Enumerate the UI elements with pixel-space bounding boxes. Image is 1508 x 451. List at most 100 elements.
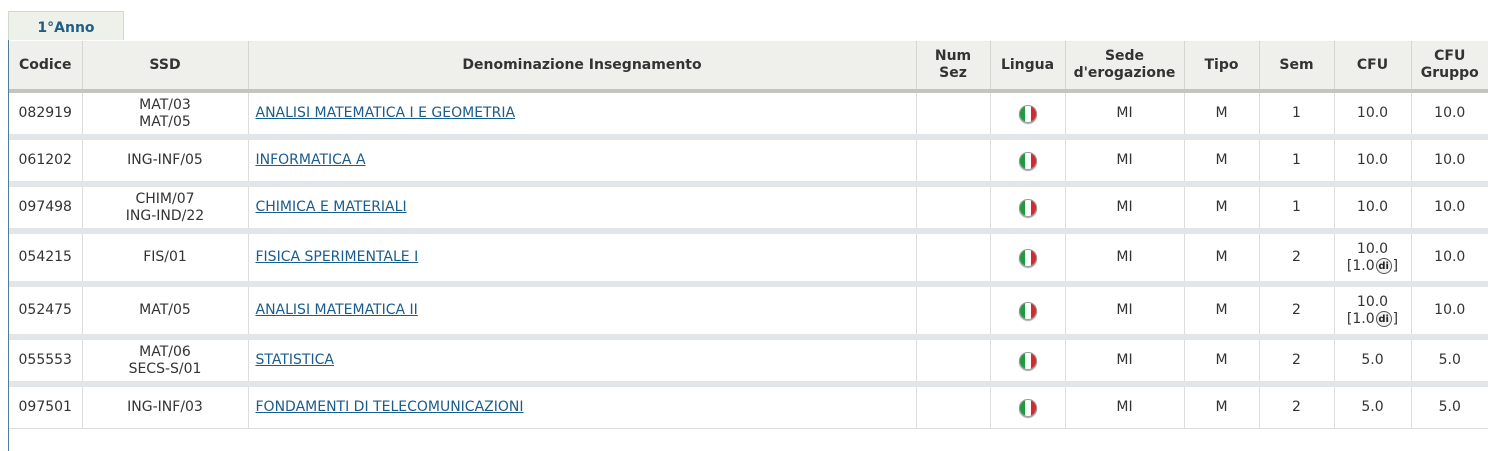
column-header-codice: Codice: [9, 41, 82, 93]
cell-cfu-gruppo: 10.0: [1410, 184, 1488, 234]
italian-flag-icon: [1018, 151, 1037, 170]
cfu-value: 10.0: [1356, 152, 1389, 168]
cell-sede: MI: [1064, 337, 1184, 387]
cell-cfu-gruppo: 10.0: [1410, 137, 1488, 187]
cfu-value: 5.0: [1361, 399, 1384, 415]
cell-tipo: M: [1183, 337, 1259, 387]
course-link[interactable]: ANALISI MATEMATICA I E GEOMETRIA: [256, 105, 516, 121]
cell-cfu-gruppo: 5.0: [1410, 384, 1488, 429]
course-link[interactable]: ANALISI MATEMATICA II: [256, 302, 418, 318]
cell-num-sez: [915, 91, 990, 140]
cell-tipo: M: [1183, 384, 1259, 429]
cell-codice: 097501: [9, 384, 82, 429]
cell-codice: 052475: [9, 284, 82, 340]
cell-cfu: 10.0 [1.0 di]: [1333, 231, 1411, 287]
cfu-value: 10.0: [1356, 240, 1389, 257]
cell-cfu-gruppo: 5.0: [1410, 337, 1488, 387]
cell-num-sez: [915, 184, 990, 234]
cell-ssd: MAT/05: [81, 284, 248, 340]
cell-num-sez: [915, 384, 990, 429]
cell-sede: MI: [1064, 231, 1184, 287]
cell-lingua: [989, 91, 1065, 140]
cell-sede: MI: [1064, 384, 1184, 429]
cell-sem: 2: [1258, 284, 1334, 340]
cell-lingua: [989, 337, 1065, 387]
column-header-sede-line2: d'erogazione: [1073, 65, 1176, 81]
cell-cfu-gruppo: 10.0: [1410, 284, 1488, 340]
cell-ssd: FIS/01: [81, 231, 248, 287]
cell-denominazione: INFORMATICA A: [247, 137, 916, 187]
column-header-sem: Sem: [1258, 41, 1334, 93]
cell-denominazione: CHIMICA E MATERIALI: [247, 184, 916, 234]
cell-cfu-gruppo: 10.0: [1410, 91, 1488, 140]
cell-tipo: M: [1183, 184, 1259, 234]
ssd-line: SECS-S/01: [128, 360, 202, 377]
cell-ssd: MAT/06 SECS-S/01: [81, 337, 248, 387]
table-body: 082919 MAT/03 MAT/05 ANALISI MATEMATICA I…: [9, 91, 1488, 429]
table-row: 082919 MAT/03 MAT/05 ANALISI MATEMATICA I…: [9, 91, 1488, 140]
table-row: 055553 MAT/06 SECS-S/01 STATISTICA MI M 2…: [9, 337, 1488, 387]
column-header-cfu-gruppo-line1: CFU: [1434, 48, 1466, 64]
cell-cfu: 5.0: [1333, 384, 1411, 429]
cell-sede: MI: [1064, 184, 1184, 234]
cfu-value: 10.0: [1356, 199, 1389, 215]
course-link[interactable]: CHIMICA E MATERIALI: [256, 199, 407, 215]
di-badge-icon[interactable]: di: [1375, 310, 1392, 327]
courses-table: Codice SSD Denominazione Insegnamento Nu…: [9, 41, 1488, 429]
cell-sem: 2: [1258, 384, 1334, 429]
cfu-value: 10.0: [1356, 293, 1389, 310]
ssd-line: MAT/03: [139, 96, 191, 113]
tab-1-anno[interactable]: 1°Anno: [8, 11, 124, 40]
cell-ssd: ING-INF/05: [81, 137, 248, 187]
table-row: 061202 ING-INF/05 INFORMATICA A MI M 1 1…: [9, 137, 1488, 187]
cfu-extra-close: ]: [1392, 310, 1399, 327]
cell-lingua: [989, 231, 1065, 287]
italian-flag-icon: [1018, 198, 1037, 217]
cell-tipo: M: [1183, 91, 1259, 140]
cfu-extra-close: ]: [1392, 257, 1399, 274]
cell-cfu: 10.0: [1333, 137, 1411, 187]
cfu-extra-value: 1.0: [1352, 310, 1375, 327]
column-header-tipo: Tipo: [1183, 41, 1259, 93]
ssd-line: FIS/01: [143, 249, 187, 265]
ssd-line: CHIM/07: [135, 190, 195, 207]
cell-num-sez: [915, 337, 990, 387]
course-link[interactable]: FISICA SPERIMENTALE I: [256, 249, 419, 265]
cell-lingua: [989, 184, 1065, 234]
cfu-value: 10.0: [1356, 105, 1389, 121]
ssd-line: MAT/06: [139, 343, 191, 360]
table-row: 052475 MAT/05 ANALISI MATEMATICA II MI M…: [9, 284, 1488, 340]
column-header-cfu-gruppo: CFU Gruppo: [1410, 41, 1488, 93]
cell-codice: 055553: [9, 337, 82, 387]
column-header-sede: Sede d'erogazione: [1064, 41, 1184, 93]
italian-flag-icon: [1018, 398, 1037, 417]
cfu-extra-value: 1.0: [1352, 257, 1375, 274]
ssd-line: ING-IND/22: [125, 207, 205, 224]
cell-cfu: 10.0 [1.0 di]: [1333, 284, 1411, 340]
italian-flag-icon: [1018, 351, 1037, 370]
course-link[interactable]: STATISTICA: [256, 352, 334, 368]
cell-sede: MI: [1064, 137, 1184, 187]
italian-flag-icon: [1018, 248, 1037, 267]
cell-denominazione: FONDAMENTI DI TELECOMUNICAZIONI: [247, 384, 916, 429]
cell-num-sez: [915, 284, 990, 340]
table-header-row: Codice SSD Denominazione Insegnamento Nu…: [9, 41, 1488, 93]
cell-num-sez: [915, 137, 990, 187]
cell-denominazione: ANALISI MATEMATICA II: [247, 284, 916, 340]
cell-cfu: 5.0: [1333, 337, 1411, 387]
cell-num-sez: [915, 231, 990, 287]
italian-flag-icon: [1018, 104, 1037, 123]
cell-lingua: [989, 284, 1065, 340]
cell-codice: 054215: [9, 231, 82, 287]
di-badge-icon[interactable]: di: [1375, 257, 1392, 274]
cell-sem: 1: [1258, 137, 1334, 187]
column-header-denominazione: Denominazione Insegnamento: [247, 41, 916, 93]
cell-codice: 082919: [9, 91, 82, 140]
ssd-line: MAT/05: [139, 302, 191, 318]
ssd-line: ING-INF/03: [127, 399, 203, 415]
italian-flag-icon: [1018, 301, 1037, 320]
course-link[interactable]: FONDAMENTI DI TELECOMUNICAZIONI: [256, 399, 524, 415]
course-link[interactable]: INFORMATICA A: [256, 152, 366, 168]
cell-ssd: CHIM/07 ING-IND/22: [81, 184, 248, 234]
cell-denominazione: STATISTICA: [247, 337, 916, 387]
